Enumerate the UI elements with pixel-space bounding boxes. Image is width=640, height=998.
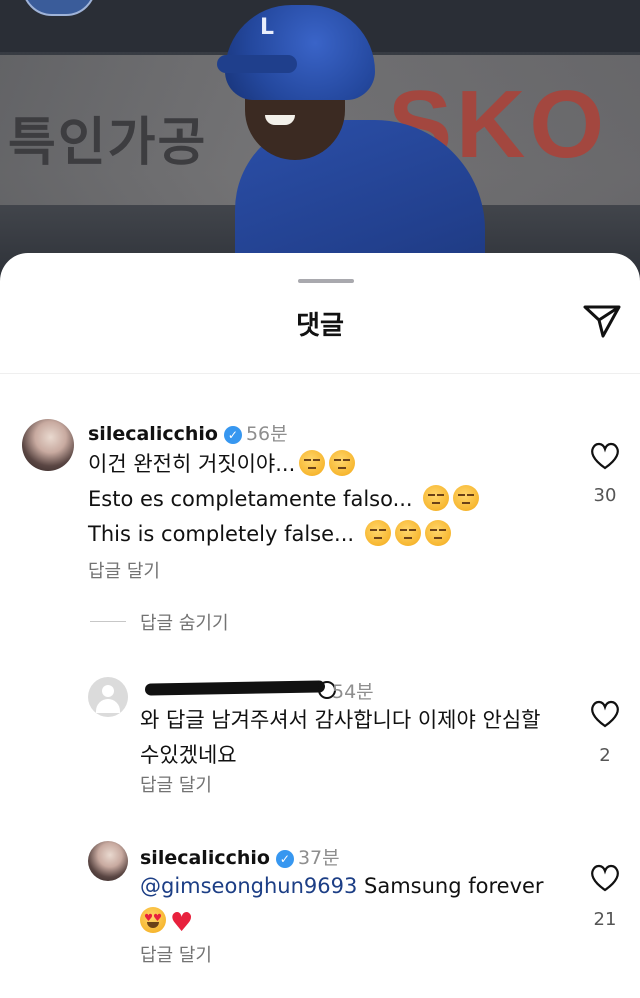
reply-button[interactable]: 답글 달기 bbox=[88, 557, 160, 583]
like-count: 30 bbox=[593, 485, 617, 506]
comment-time: 56분 bbox=[245, 423, 288, 445]
helmet-emblem: L bbox=[260, 15, 275, 40]
unamused-emoji-icon bbox=[299, 450, 326, 476]
unamused-emoji-icon bbox=[453, 485, 480, 511]
heart-eyes-emoji-icon: ♥ ♥ bbox=[140, 907, 166, 933]
hide-replies-line bbox=[90, 621, 126, 622]
reply-line: @gimseonghun9693 Samsung forever bbox=[140, 874, 544, 898]
comment-line-korean: 이건 완전히 거짓이야... bbox=[88, 447, 479, 482]
mention-link[interactable]: @gimseonghun9693 bbox=[140, 874, 357, 898]
comments-sheet: 댓글 silecalicchio ✓ 56분 이건 완전히 거짓이야... Esto… bbox=[0, 253, 640, 998]
reply-body: 와 답글 남겨주셔서 감사합니다 이제야 안심할 수있겠네요 bbox=[140, 703, 540, 773]
comment-meta: silecalicchio ✓ 56분 bbox=[88, 419, 288, 446]
reply-meta: 54분 bbox=[332, 677, 374, 704]
unamused-emoji-icon bbox=[364, 520, 391, 546]
reply-button[interactable]: 답글 달기 bbox=[140, 771, 212, 797]
comment-body: 이건 완전히 거짓이야... Esto es completamente fal… bbox=[88, 447, 480, 552]
unamused-emoji-icon bbox=[424, 520, 451, 546]
like-heart-icon[interactable] bbox=[590, 700, 620, 728]
like-heart-icon[interactable] bbox=[590, 442, 620, 470]
sheet-title: 댓글 bbox=[296, 311, 344, 341]
red-heart-emoji-icon: ♥ bbox=[170, 908, 194, 938]
comment-line-english: This is completely false... bbox=[88, 517, 479, 552]
unamused-emoji-icon bbox=[329, 450, 356, 476]
unamused-emoji-icon bbox=[423, 485, 450, 511]
like-count: 21 bbox=[593, 909, 617, 930]
avatar[interactable] bbox=[88, 841, 128, 881]
send-icon[interactable] bbox=[582, 303, 622, 339]
header-divider bbox=[0, 373, 640, 374]
reply-body: @gimseonghun9693 Samsung forever ♥ ♥ ♥ bbox=[140, 869, 544, 941]
reply-time: 37분 bbox=[297, 847, 340, 869]
unamused-emoji-icon bbox=[394, 520, 421, 546]
verified-badge-icon: ✓ bbox=[223, 426, 242, 444]
reply-username[interactable]: silecalicchio bbox=[140, 847, 270, 869]
like-count: 2 bbox=[599, 745, 611, 766]
banner-korean-text: 특인가공 bbox=[8, 113, 208, 173]
reply-line: 와 답글 남겨주셔서 감사합니다 이제야 안심할 bbox=[140, 708, 541, 732]
redacted-username bbox=[144, 680, 326, 696]
like-heart-icon[interactable] bbox=[590, 864, 620, 892]
reply-meta: silecalicchio ✓ 37분 bbox=[140, 843, 340, 870]
reply-button[interactable]: 답글 달기 bbox=[140, 941, 212, 967]
default-avatar-icon[interactable] bbox=[88, 677, 128, 717]
avatar[interactable] bbox=[22, 419, 74, 471]
verified-badge-icon: ✓ bbox=[275, 850, 294, 868]
drag-handle[interactable] bbox=[298, 279, 354, 283]
helmet-brim bbox=[217, 55, 297, 73]
reply-line: 수있겠네요 bbox=[140, 743, 237, 767]
reply-emoji-line: ♥ ♥ ♥ bbox=[140, 904, 544, 941]
background-photo: 특인가공 SKO L bbox=[0, 0, 640, 290]
reply-time: 54분 bbox=[332, 681, 374, 703]
hide-replies-label: 답글 숨기기 bbox=[140, 613, 229, 634]
comment-username[interactable]: silecalicchio bbox=[88, 423, 218, 445]
comment-line-spanish: Esto es completamente falso... bbox=[88, 482, 480, 517]
